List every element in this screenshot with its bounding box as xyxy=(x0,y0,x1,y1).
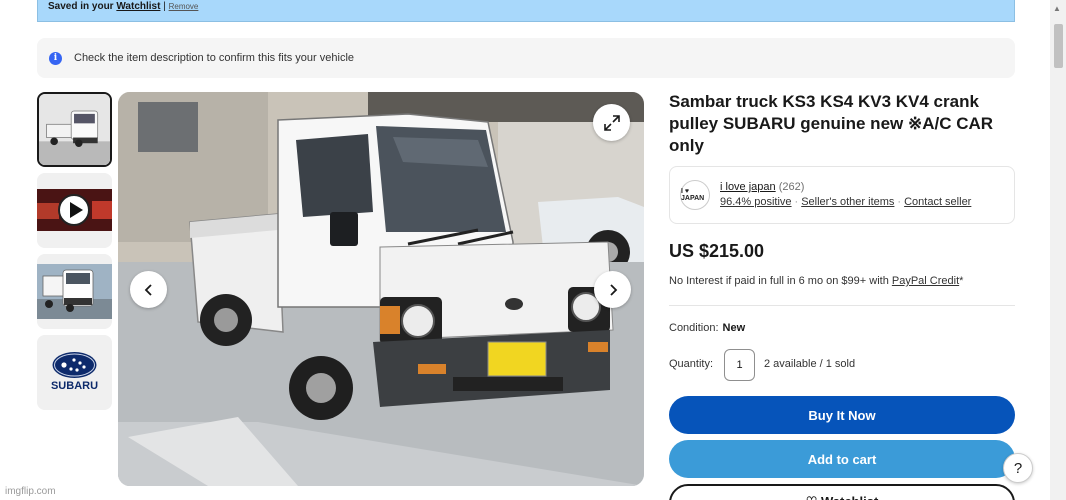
listing-title: Sambar truck KS3 KS4 KV3 KV4 crank pulle… xyxy=(669,92,994,155)
scroll-up-icon[interactable]: ▲ xyxy=(1053,4,1061,13)
info-icon: i xyxy=(49,51,62,65)
seller-links: 96.4% positive · Seller's other items · Cont… xyxy=(720,196,971,208)
credit-offer: No Interest if paid in full in 6 mo on $… xyxy=(669,275,963,287)
subaru-logo-text: SUBARU xyxy=(51,380,98,392)
saved-prefix: Saved in your xyxy=(48,1,117,12)
truck-thumbnail-image xyxy=(39,94,110,165)
seller-other-items-link[interactable]: Seller's other items xyxy=(801,196,894,208)
seller-avatar[interactable]: I ♥ JAPAN xyxy=(680,180,710,210)
thumbnail-truck-front[interactable] xyxy=(37,254,112,329)
remove-link[interactable]: Remove xyxy=(169,2,199,11)
seller-feedback-count: (262) xyxy=(778,181,805,193)
add-to-cart-button[interactable]: Add to cart xyxy=(669,440,1015,478)
quantity-label: Quantity: xyxy=(669,358,714,370)
page: Saved in your Watchlist | Remove i Check… xyxy=(0,0,1066,500)
condition-value: New xyxy=(722,322,746,334)
fitment-info-text: Check the item description to confirm th… xyxy=(74,52,355,64)
add-to-watchlist-button[interactable]: ♡ Watchlist xyxy=(669,484,1015,500)
thumbnail-subaru-logo[interactable]: SUBARU xyxy=(37,335,112,410)
chevron-right-icon xyxy=(609,283,617,296)
video-thumbnail-image xyxy=(37,173,112,248)
help-button[interactable]: ? xyxy=(1003,453,1033,483)
condition-label: Condition: xyxy=(669,322,719,334)
quantity-input[interactable]: 1 xyxy=(724,349,755,381)
expand-image-button[interactable] xyxy=(593,104,630,141)
next-image-button[interactable] xyxy=(594,271,631,308)
subaru-logo-image: SUBARU xyxy=(37,335,112,410)
seller-name-line: i love japan (262) xyxy=(720,181,804,193)
contact-seller-link[interactable]: Contact seller xyxy=(904,196,971,208)
expand-icon xyxy=(603,114,620,131)
main-product-image[interactable] xyxy=(118,92,644,486)
dot-separator: · xyxy=(794,196,799,208)
seller-name-link[interactable]: i love japan xyxy=(720,181,776,193)
previous-image-button[interactable] xyxy=(130,271,167,308)
scrollbar[interactable] xyxy=(1050,0,1066,500)
truck-front-thumbnail-image xyxy=(37,254,112,329)
thumbnail-truck-side[interactable] xyxy=(37,92,112,167)
divider xyxy=(669,305,1015,306)
condition-row: Condition: New xyxy=(669,322,745,334)
credit-text: No Interest if paid in full in 6 mo on $… xyxy=(669,275,892,287)
availability-text: 2 available / 1 sold xyxy=(764,358,856,370)
banner-separator: | xyxy=(160,1,169,12)
price: US $215.00 xyxy=(669,241,765,261)
credit-asterisk: * xyxy=(959,275,964,287)
fitment-info-bar: i Check the item description to confirm … xyxy=(37,38,1015,78)
thumbnail-video[interactable] xyxy=(37,173,112,248)
saved-banner: Saved in your Watchlist | Remove xyxy=(37,0,1015,22)
scrollbar-thumb[interactable] xyxy=(1054,24,1063,68)
chevron-left-icon xyxy=(144,283,152,296)
dot-separator: · xyxy=(897,196,902,208)
seller-card: I ♥ JAPAN i love japan (262) 96.4% posit… xyxy=(669,166,1015,224)
paypal-credit-link[interactable]: PayPal Credit xyxy=(892,275,959,287)
seller-positive-link[interactable]: 96.4% positive xyxy=(720,196,792,208)
truck-photo xyxy=(118,92,644,486)
watermark: imgflip.com xyxy=(5,486,56,497)
watchlist-link[interactable]: Watchlist xyxy=(116,1,160,12)
buy-it-now-button[interactable]: Buy It Now xyxy=(669,396,1015,434)
